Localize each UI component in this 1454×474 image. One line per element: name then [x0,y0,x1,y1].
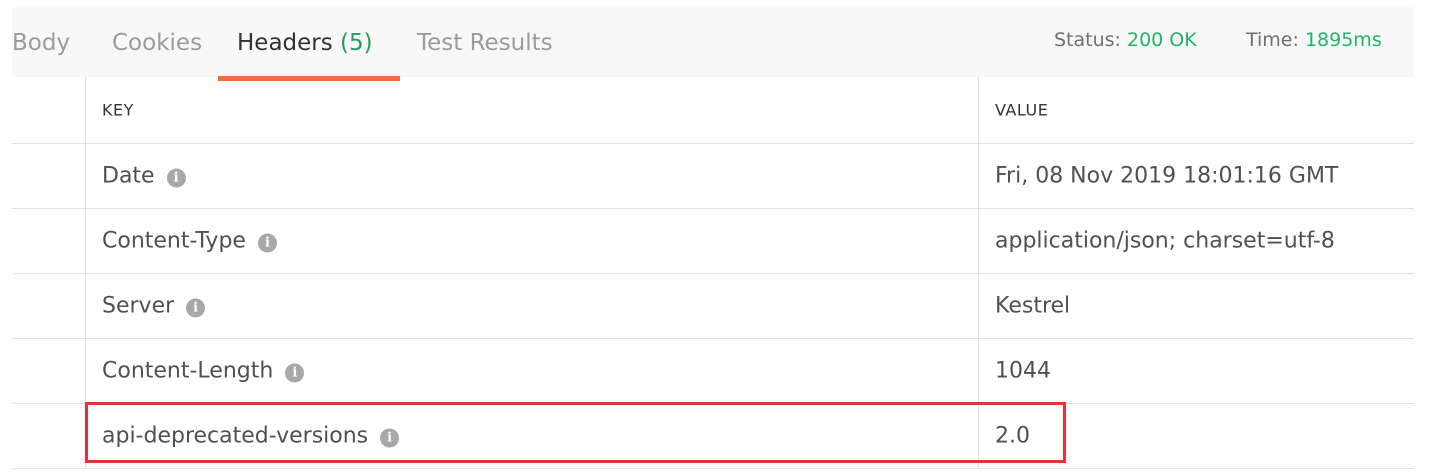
row-gutter [12,404,86,468]
tab-headers-count: (5) [340,30,373,56]
header-key-text: Content-Length [102,358,274,384]
row-gutter [12,209,86,273]
value-header-label: VALUE [995,100,1049,120]
table-row: Date i Fri, 08 Nov 2019 18:01:16 GMT [12,144,1414,209]
tab-headers[interactable]: Headers (5) [237,23,373,63]
header-value: application/json; charset=utf-8 [995,228,1335,254]
status-label: Status: [1054,29,1121,51]
highlight-annotation-box [85,402,1066,463]
header-key-cell: Server i [86,274,979,338]
key-column-header: KEY [86,77,979,143]
tab-test-results-label: Test Results [417,30,553,56]
table-header-row: KEY VALUE [12,77,1414,144]
header-key-text: Server [102,293,175,319]
tab-body-label: Body [12,30,71,56]
header-value: Kestrel [995,293,1071,319]
time-label: Time: [1246,29,1299,51]
header-key: Server i [102,293,206,319]
header-value-cell: 1044 [979,339,1414,403]
header-key-text: Date [102,163,155,189]
tab-cookies[interactable]: Cookies [112,23,202,63]
value-column-header: VALUE [979,77,1414,143]
header-key-cell: Date i [86,144,979,208]
header-value-cell: application/json; charset=utf-8 [979,209,1414,273]
row-gutter [12,274,86,338]
header-key-cell: Content-Type i [86,209,979,273]
header-value: Fri, 08 Nov 2019 18:01:16 GMT [995,163,1339,189]
tab-headers-label: Headers [237,30,333,56]
info-icon[interactable]: i [257,233,277,253]
info-icon[interactable]: i [166,168,186,188]
row-gutter [12,77,86,143]
response-tabs-bar: Body Cookies Headers (5) Test Results St… [12,7,1414,81]
header-key: Content-Length i [102,358,305,384]
header-value-cell: Kestrel [979,274,1414,338]
header-value-cell: Fri, 08 Nov 2019 18:01:16 GMT [979,144,1414,208]
time-value: 1895ms [1304,29,1382,51]
row-gutter [12,144,86,208]
table-row: Server i Kestrel [12,274,1414,339]
tab-body[interactable]: Body [12,23,70,63]
tab-cookies-label: Cookies [112,30,203,56]
response-status: Status: 200 OK [1054,29,1197,51]
header-key: Date i [102,164,186,189]
row-gutter [12,339,86,403]
table-row: Content-Type i application/json; charset=… [12,209,1414,274]
info-icon[interactable]: i [186,298,206,318]
key-header-label: KEY [102,100,134,120]
response-time: Time: 1895ms [1246,29,1382,51]
header-key-cell: Content-Length i [86,339,979,403]
status-value: 200 OK [1127,29,1197,51]
info-icon[interactable]: i [285,363,305,383]
table-row: Content-Length i 1044 [12,339,1414,404]
header-value: 1044 [995,358,1051,384]
header-key-text: Content-Type [102,228,246,254]
tab-test-results[interactable]: Test Results [417,23,553,63]
header-key: Content-Type i [102,229,277,254]
